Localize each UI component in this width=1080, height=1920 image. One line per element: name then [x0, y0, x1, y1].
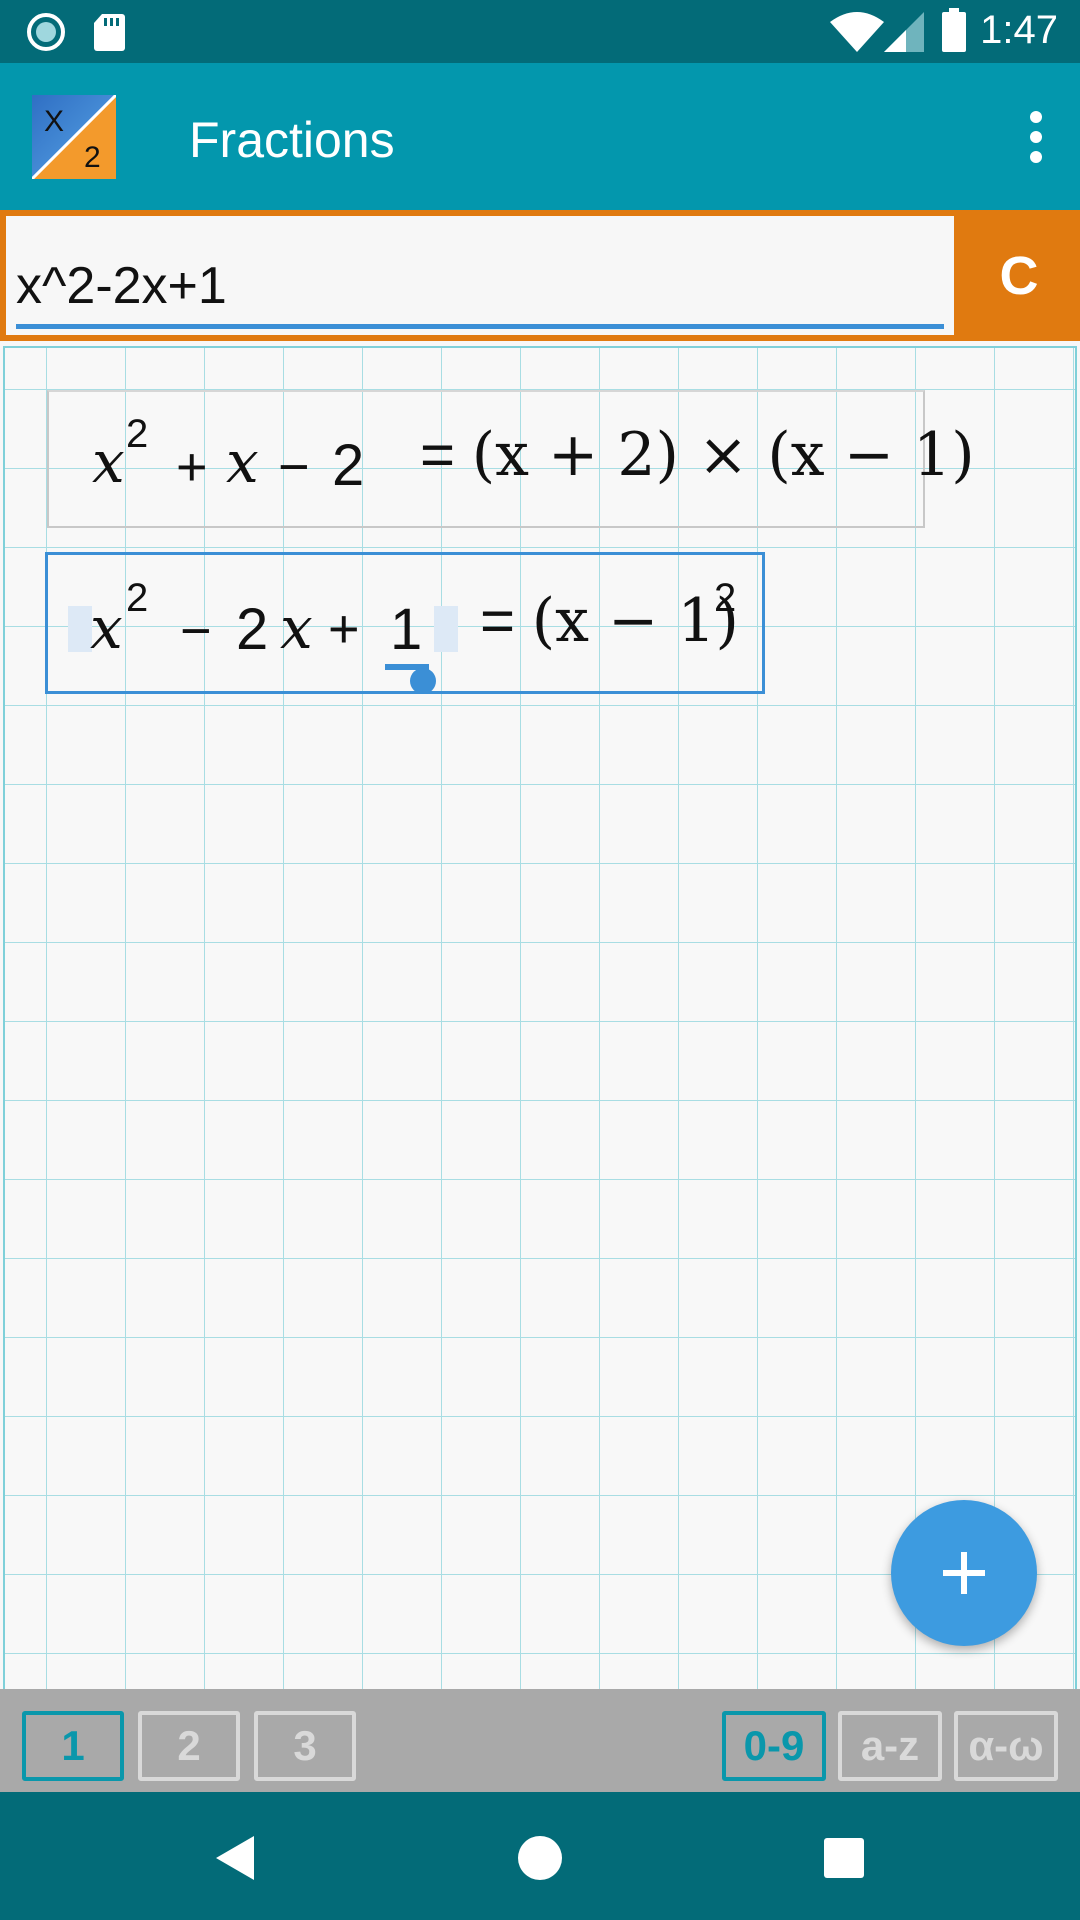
app-logo-icon: X 2	[32, 95, 116, 179]
expr-term: x	[92, 428, 125, 496]
keyboard-tab-row: 1 2 3 0-9 a-z α-ω	[0, 1689, 1080, 1792]
input-underline	[16, 324, 944, 329]
record-icon	[27, 13, 65, 51]
keyboard-page-3[interactable]: 3	[254, 1711, 356, 1781]
recents-icon[interactable]	[814, 1828, 874, 1888]
selection-highlight	[434, 606, 458, 652]
navigation-bar	[0, 1792, 1080, 1920]
add-expression-button[interactable]	[891, 1500, 1037, 1646]
svg-text:X: X	[44, 105, 64, 138]
expr-var: x	[226, 428, 259, 496]
battery-icon	[942, 8, 966, 52]
expr-operator: +	[176, 437, 208, 497]
worksheet-grid[interactable]	[3, 346, 1077, 1689]
status-time: 1:47	[980, 8, 1058, 52]
svg-text:2: 2	[84, 141, 101, 174]
back-icon[interactable]	[206, 1828, 266, 1888]
expr-term: 2	[332, 433, 365, 498]
keyboard-page-2[interactable]: 2	[138, 1711, 240, 1781]
expr-result-text: (x + 2) × (x − 1)	[471, 420, 975, 490]
expression-input[interactable]	[16, 256, 936, 316]
expr-term: x	[90, 594, 123, 662]
signal-icon	[884, 12, 924, 52]
clear-button[interactable]: C	[958, 210, 1080, 341]
keyboard-letters-tab[interactable]: a-z	[838, 1711, 942, 1781]
status-bar: 1:47	[0, 0, 1080, 63]
keyboard-page-1[interactable]: 1	[22, 1711, 124, 1781]
expr-term: x	[280, 594, 313, 662]
plus-icon	[943, 1552, 985, 1594]
expr-exponent: 2	[126, 576, 149, 620]
app-title: Fractions	[189, 112, 395, 168]
expr-exponent: 2	[126, 412, 149, 456]
sd-card-icon	[94, 14, 125, 51]
expr-term: 2	[236, 597, 269, 662]
expr-result: = (x + 2) × (x − 1)	[420, 420, 975, 490]
app-bar: X 2 Fractions	[0, 63, 1080, 210]
expr-operator: −	[180, 601, 212, 661]
home-icon[interactable]	[510, 1828, 570, 1888]
expression-input-box	[6, 216, 954, 335]
cursor-handle[interactable]	[410, 668, 436, 694]
expr-operator: −	[278, 437, 310, 497]
input-row: C	[0, 210, 1080, 341]
more-vert-icon[interactable]	[1014, 107, 1058, 167]
expr-result-text: (x − 1)	[531, 586, 739, 656]
wifi-icon	[830, 12, 884, 52]
selection-highlight	[68, 606, 92, 652]
expr-result-exponent: 2	[714, 576, 737, 620]
expr-operator: +	[328, 599, 360, 659]
keyboard-greek-tab[interactable]: α-ω	[954, 1711, 1058, 1781]
expression-1: x	[92, 428, 125, 496]
expr-term: x	[226, 428, 259, 496]
expr-var: x	[90, 594, 123, 662]
expr-term: 1	[390, 597, 423, 662]
expr-result: = (x − 1)	[480, 586, 739, 656]
keyboard-digits-tab[interactable]: 0-9	[722, 1711, 826, 1781]
expr-var: x	[280, 594, 313, 662]
